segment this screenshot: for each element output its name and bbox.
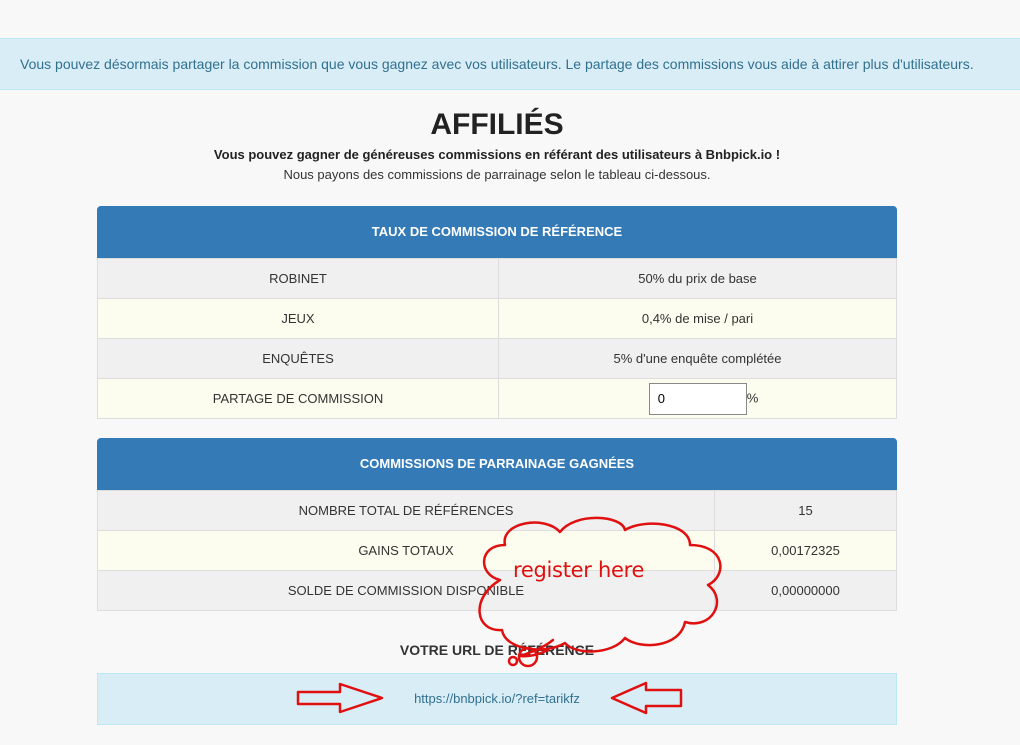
commission-rates-panel: TAUX DE COMMISSION DE RÉFÉRENCE ROBINET … — [97, 206, 897, 419]
page-subtitle: Nous payons des commissions de parrainag… — [283, 167, 711, 182]
earnings-value: 0,00000000 — [714, 570, 897, 611]
share-input-wrap: % — [648, 382, 759, 415]
notice-text: Vous pouvez désormais partager la commis… — [20, 56, 974, 72]
table-row: SOLDE DE COMMISSION DISPONIBLE 0,0000000… — [97, 570, 897, 611]
rate-value: 5% d'une enquête complétée — [498, 338, 897, 379]
referral-url[interactable]: https://bnbpick.io/?ref=tarikfz — [414, 691, 580, 706]
earnings-panel: COMMISSIONS DE PARRAINAGE GAGNÉES NOMBRE… — [97, 438, 897, 611]
rate-label: ENQUÊTES — [97, 338, 499, 379]
table-row: NOMBRE TOTAL DE RÉFÉRENCES 15 — [97, 490, 897, 531]
rate-value: 0,4% de mise / pari — [498, 298, 897, 339]
commission-rates-heading: TAUX DE COMMISSION DE RÉFÉRENCE — [97, 206, 897, 258]
earnings-table: NOMBRE TOTAL DE RÉFÉRENCES 15 GAINS TOTA… — [97, 490, 897, 611]
info-notice: Vous pouvez désormais partager la commis… — [0, 38, 1020, 90]
table-row: GAINS TOTAUX 0,00172325 — [97, 530, 897, 571]
earnings-heading: COMMISSIONS DE PARRAINAGE GAGNÉES — [97, 438, 897, 490]
table-row: ROBINET 50% du prix de base — [97, 258, 897, 299]
rate-value: 50% du prix de base — [498, 258, 897, 299]
earnings-label: NOMBRE TOTAL DE RÉFÉRENCES — [97, 490, 715, 531]
commission-rates-table: ROBINET 50% du prix de base JEUX 0,4% de… — [97, 258, 897, 419]
rate-label: JEUX — [97, 298, 499, 339]
share-label: PARTAGE DE COMMISSION — [97, 378, 499, 419]
percent-sign: % — [746, 389, 759, 405]
commission-share-input[interactable] — [648, 382, 747, 415]
cloud-bubble-small-icon — [507, 655, 519, 667]
table-row: ENQUÊTES 5% d'une enquête complétée — [97, 338, 897, 379]
table-row: PARTAGE DE COMMISSION % — [97, 378, 897, 419]
referral-url-box: https://bnbpick.io/?ref=tarikfz — [97, 673, 897, 725]
cloud-annotation-text: register here — [513, 558, 645, 582]
page-title: AFFILIÉS — [430, 108, 564, 141]
table-row: JEUX 0,4% de mise / pari — [97, 298, 897, 339]
earnings-value: 15 — [714, 490, 897, 531]
share-cell: % — [498, 378, 897, 419]
rate-label: ROBINET — [97, 258, 499, 299]
referral-url-label: VOTRE URL DE RÉFÉRENCE — [399, 642, 595, 658]
earnings-value: 0,00172325 — [714, 530, 897, 571]
page-subtitle-strong: Vous pouvez gagner de généreuses commiss… — [213, 147, 781, 162]
